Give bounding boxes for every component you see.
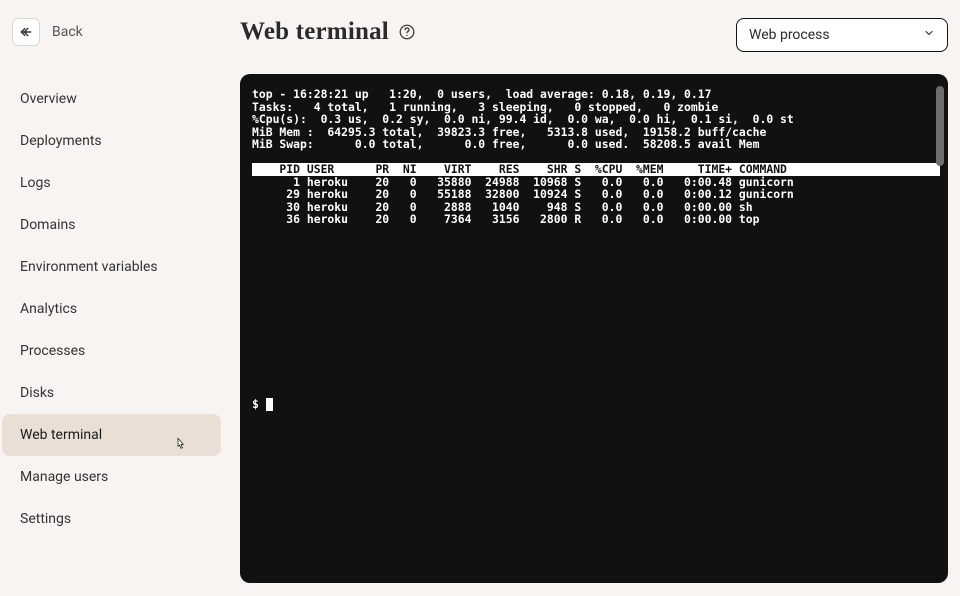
term-summary-line: MiB Swap: 0.0 total, 0.0 free, 0.0 used.… bbox=[252, 138, 940, 151]
sidebar-item-domains[interactable]: Domains bbox=[2, 204, 221, 246]
terminal-panel[interactable]: top - 16:28:21 up 1:20, 0 users, load av… bbox=[240, 74, 948, 583]
sidebar-item-label: Settings bbox=[20, 511, 71, 527]
sidebar-item-analytics[interactable]: Analytics bbox=[2, 288, 221, 330]
sidebar-item-disks[interactable]: Disks bbox=[2, 372, 221, 414]
term-process-row: 36 heroku 20 0 7364 3156 2800 R 0.0 0.0 … bbox=[252, 213, 940, 226]
sidebar-item-label: Disks bbox=[20, 385, 54, 401]
terminal-prompt[interactable]: $ _ bbox=[252, 398, 273, 411]
sidebar-item-label: Web terminal bbox=[20, 427, 102, 443]
sidebar: Overview Deployments Logs Domains Enviro… bbox=[0, 78, 225, 540]
topbar: Back Web terminal Web process bbox=[0, 0, 960, 64]
back-button[interactable]: Back bbox=[12, 18, 83, 46]
process-dropdown-label: Web process bbox=[749, 27, 830, 43]
sidebar-item-label: Deployments bbox=[20, 133, 102, 149]
term-summary-line: %Cpu(s): 0.3 us, 0.2 sy, 0.0 ni, 99.4 id… bbox=[252, 113, 940, 126]
back-label: Back bbox=[52, 24, 83, 40]
sidebar-item-label: Overview bbox=[20, 91, 77, 107]
sidebar-item-logs[interactable]: Logs bbox=[2, 162, 221, 204]
sidebar-item-label: Environment variables bbox=[20, 259, 158, 275]
cursor-icon: _ bbox=[266, 398, 273, 411]
back-arrow-icon bbox=[12, 18, 40, 46]
sidebar-item-processes[interactable]: Processes bbox=[2, 330, 221, 372]
process-dropdown[interactable]: Web process bbox=[736, 18, 948, 52]
sidebar-item-deployments[interactable]: Deployments bbox=[2, 120, 221, 162]
sidebar-item-label: Manage users bbox=[20, 469, 108, 485]
sidebar-item-label: Analytics bbox=[20, 301, 77, 317]
sidebar-item-label: Logs bbox=[20, 175, 51, 191]
sidebar-item-manage-users[interactable]: Manage users bbox=[2, 456, 221, 498]
term-summary-line: top - 16:28:21 up 1:20, 0 users, load av… bbox=[252, 88, 940, 101]
sidebar-item-web-terminal[interactable]: Web terminal bbox=[2, 414, 221, 456]
sidebar-item-overview[interactable]: Overview bbox=[2, 78, 221, 120]
sidebar-item-settings[interactable]: Settings bbox=[2, 498, 221, 540]
term-header-row: PID USER PR NI VIRT RES SHR S %CPU %MEM … bbox=[252, 163, 940, 176]
help-icon[interactable] bbox=[397, 22, 417, 42]
prompt-symbol: $ bbox=[252, 397, 266, 411]
terminal-scrollbar[interactable] bbox=[936, 86, 944, 166]
chevron-down-icon bbox=[923, 27, 935, 43]
page-header: Web terminal bbox=[240, 18, 417, 46]
sidebar-item-env-vars[interactable]: Environment variables bbox=[2, 246, 221, 288]
sidebar-item-label: Domains bbox=[20, 217, 75, 233]
page-title: Web terminal bbox=[240, 18, 389, 46]
sidebar-item-label: Processes bbox=[20, 343, 85, 359]
